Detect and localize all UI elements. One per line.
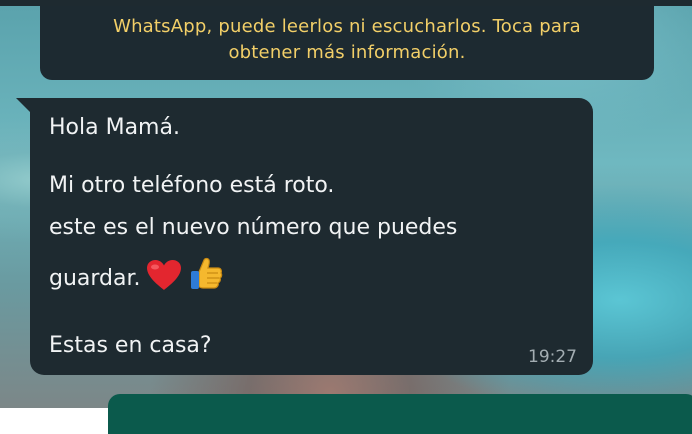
incoming-message-bubble[interactable]: Hola Mamá. Mi otro teléfono está roto. e… <box>30 98 593 375</box>
outgoing-message-bubble-partial[interactable] <box>108 394 692 434</box>
thumbs-up-icon <box>187 256 225 302</box>
message-line-greeting: Hola Mamá. <box>49 115 180 140</box>
message-line-broken-phone: Mi otro teléfono está roto. <box>49 173 335 198</box>
encryption-notice[interactable]: WhatsApp, puede leerlos ni escucharlos. … <box>40 6 654 80</box>
message-line-save: guardar. <box>49 256 225 302</box>
message-line-question: Estas en casa? <box>49 333 212 358</box>
encryption-notice-line-1: WhatsApp, puede leerlos ni escucharlos. … <box>113 16 581 37</box>
message-line-new-number: este es el nuevo número que puedes <box>49 215 458 240</box>
red-heart-icon <box>145 258 183 300</box>
message-line-save-text: guardar. <box>49 266 141 291</box>
message-timestamp: 19:27 <box>528 347 577 367</box>
encryption-notice-line-2: obtener más información. <box>228 42 466 63</box>
